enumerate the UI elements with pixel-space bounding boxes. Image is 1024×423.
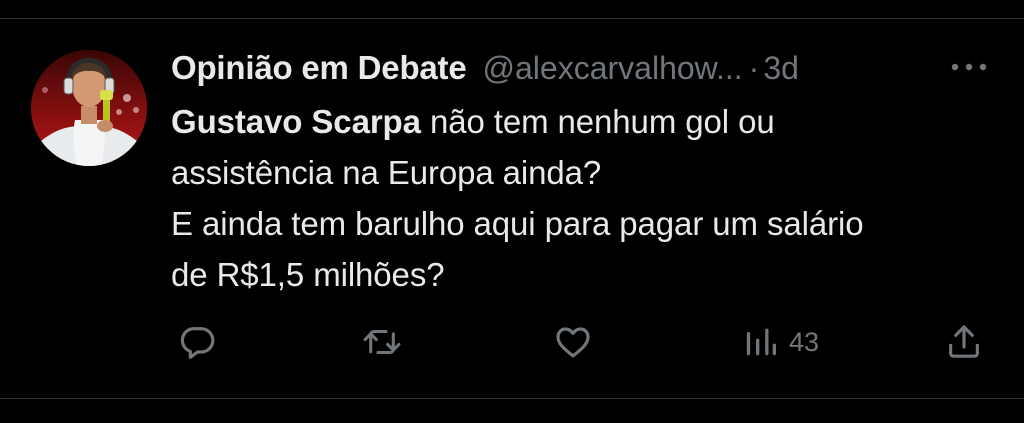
tweet-text-line-4: de R$1,5 milhões?	[171, 256, 445, 293]
reply-icon	[180, 327, 215, 359]
separator-dot: ·	[748, 49, 760, 86]
more-options-icon[interactable]	[946, 52, 992, 82]
heart-icon	[556, 327, 590, 358]
tweet-header: Opinião em Debate @alexcarvalhow... · 3d	[171, 46, 1001, 90]
reply-button[interactable]	[177, 318, 217, 366]
top-divider	[0, 18, 1024, 19]
tweet-text: Gustavo Scarpa não tem nenhum gol ou ass…	[171, 96, 1001, 300]
timestamp[interactable]: 3d	[763, 50, 799, 87]
author-name[interactable]: Opinião em Debate	[171, 49, 467, 87]
like-button[interactable]	[552, 318, 594, 366]
tweet-body: Opinião em Debate @alexcarvalhow... · 3d…	[171, 46, 1001, 300]
author-handle[interactable]: @alexcarvalhow...	[483, 50, 743, 87]
tweet-text-line-1-rest: não tem nenhum gol ou	[420, 103, 775, 140]
views-icon	[746, 328, 776, 356]
tweet-text-line-2: assistência na Europa ainda?	[171, 154, 602, 191]
retweet-icon	[363, 329, 401, 355]
bottom-divider	[0, 398, 1024, 399]
views-button[interactable]: 43	[743, 318, 819, 366]
tweet-actions: 43	[171, 318, 1001, 366]
player-name: Gustavo Scarpa	[171, 103, 421, 140]
tweet-text-line-3: E ainda tem barulho aqui para pagar um s…	[171, 205, 864, 242]
avatar[interactable]	[31, 50, 147, 166]
share-button[interactable]	[944, 318, 984, 366]
share-icon	[949, 325, 979, 358]
avatar-image	[31, 50, 147, 166]
tweet-text-line-1: Gustavo Scarpa não tem nenhum gol ou	[171, 96, 1001, 147]
retweet-button[interactable]	[361, 318, 403, 366]
views-count: 43	[789, 326, 820, 357]
